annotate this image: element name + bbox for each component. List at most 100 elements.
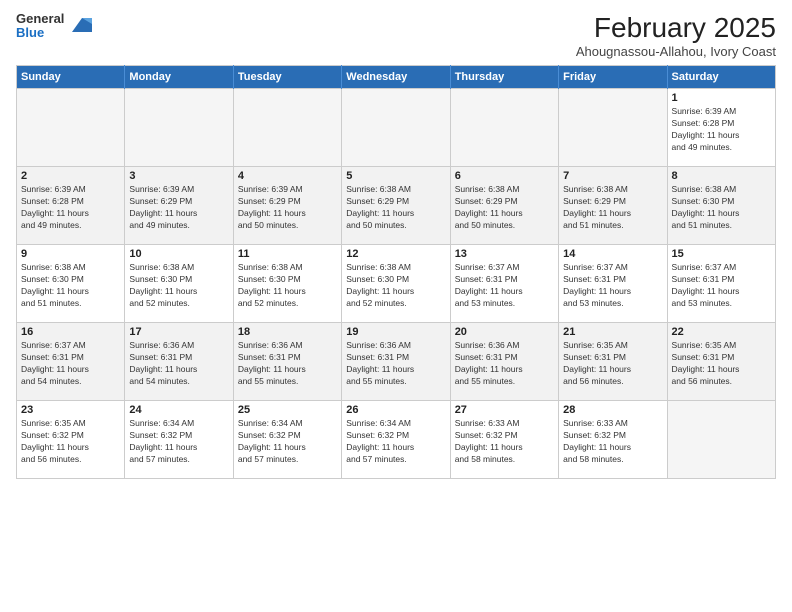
day-number: 26 [346,404,445,416]
logo-text: General Blue [16,12,64,41]
day-cell [233,89,341,167]
day-cell: 7 Sunrise: 6:38 AM Sunset: 6:29 PM Daylig… [559,167,667,245]
day-number: 8 [672,170,771,182]
day-info: Sunrise: 6:38 AM Sunset: 6:30 PM Dayligh… [21,262,120,310]
day-number: 6 [455,170,554,182]
day-cell: 20Sunrise: 6:36 AM Sunset: 6:31 PM Dayli… [450,323,558,401]
day-info: Sunrise: 6:38 AM Sunset: 6:30 PM Dayligh… [346,262,445,310]
day-number: 19 [346,326,445,338]
day-number: 27 [455,404,554,416]
day-cell: 23Sunrise: 6:35 AM Sunset: 6:32 PM Dayli… [17,401,125,479]
day-info: Sunrise: 6:37 AM Sunset: 6:31 PM Dayligh… [563,262,662,310]
title-area: February 2025 Ahougnassou-Allahou, Ivory… [576,12,776,59]
day-cell: 13 Sunrise: 6:37 AM Sunset: 6:31 PM Dayli… [450,245,558,323]
weekday-monday: Monday [125,66,233,89]
weekday-wednesday: Wednesday [342,66,450,89]
day-info: Sunrise: 6:36 AM Sunset: 6:31 PM Dayligh… [346,340,445,388]
day-number: 2 [21,170,120,182]
week-row-0: 1 Sunrise: 6:39 AM Sunset: 6:28 PM Daylig… [17,89,776,167]
day-cell: 16 Sunrise: 6:37 AM Sunset: 6:31 PM Dayli… [17,323,125,401]
day-cell: 18 Sunrise: 6:36 AM Sunset: 6:31 PM Dayli… [233,323,341,401]
day-cell: 17Sunrise: 6:36 AM Sunset: 6:31 PM Dayli… [125,323,233,401]
day-cell: 27 Sunrise: 6:33 AM Sunset: 6:32 PM Dayli… [450,401,558,479]
day-number: 13 [455,248,554,260]
day-number: 21 [563,326,662,338]
week-row-2: 9 Sunrise: 6:38 AM Sunset: 6:30 PM Daylig… [17,245,776,323]
day-cell: 21 Sunrise: 6:35 AM Sunset: 6:31 PM Dayli… [559,323,667,401]
day-number: 18 [238,326,337,338]
day-cell [450,89,558,167]
day-info: Sunrise: 6:35 AM Sunset: 6:31 PM Dayligh… [672,340,771,388]
week-row-4: 23Sunrise: 6:35 AM Sunset: 6:32 PM Dayli… [17,401,776,479]
logo: General Blue [16,12,92,41]
day-info: Sunrise: 6:37 AM Sunset: 6:31 PM Dayligh… [21,340,120,388]
day-info: Sunrise: 6:39 AM Sunset: 6:28 PM Dayligh… [672,106,771,154]
calendar-table: SundayMondayTuesdayWednesdayThursdayFrid… [16,65,776,479]
day-number: 1 [672,92,771,104]
logo-icon [68,14,92,38]
day-cell: 11Sunrise: 6:38 AM Sunset: 6:30 PM Dayli… [233,245,341,323]
logo-blue: Blue [16,26,64,40]
day-cell: 6 Sunrise: 6:38 AM Sunset: 6:29 PM Daylig… [450,167,558,245]
day-cell: 8 Sunrise: 6:38 AM Sunset: 6:30 PM Daylig… [667,167,775,245]
day-info: Sunrise: 6:34 AM Sunset: 6:32 PM Dayligh… [346,418,445,466]
day-number: 16 [21,326,120,338]
day-cell: 4 Sunrise: 6:39 AM Sunset: 6:29 PM Daylig… [233,167,341,245]
day-cell: 3 Sunrise: 6:39 AM Sunset: 6:29 PM Daylig… [125,167,233,245]
day-cell: 19 Sunrise: 6:36 AM Sunset: 6:31 PM Dayli… [342,323,450,401]
day-info: Sunrise: 6:38 AM Sunset: 6:30 PM Dayligh… [129,262,228,310]
week-row-1: 2 Sunrise: 6:39 AM Sunset: 6:28 PM Daylig… [17,167,776,245]
day-info: Sunrise: 6:34 AM Sunset: 6:32 PM Dayligh… [129,418,228,466]
day-number: 28 [563,404,662,416]
day-cell [559,89,667,167]
day-info: Sunrise: 6:39 AM Sunset: 6:29 PM Dayligh… [129,184,228,232]
day-number: 12 [346,248,445,260]
day-cell: 12 Sunrise: 6:38 AM Sunset: 6:30 PM Dayli… [342,245,450,323]
day-info: Sunrise: 6:38 AM Sunset: 6:30 PM Dayligh… [672,184,771,232]
day-cell [17,89,125,167]
day-info: Sunrise: 6:39 AM Sunset: 6:29 PM Dayligh… [238,184,337,232]
day-cell: 9 Sunrise: 6:38 AM Sunset: 6:30 PM Daylig… [17,245,125,323]
location: Ahougnassou-Allahou, Ivory Coast [576,44,776,59]
day-info: Sunrise: 6:38 AM Sunset: 6:30 PM Dayligh… [238,262,337,310]
week-row-3: 16 Sunrise: 6:37 AM Sunset: 6:31 PM Dayli… [17,323,776,401]
day-cell: 26 Sunrise: 6:34 AM Sunset: 6:32 PM Dayli… [342,401,450,479]
day-cell: 25Sunrise: 6:34 AM Sunset: 6:32 PM Dayli… [233,401,341,479]
logo-general: General [16,12,64,26]
day-number: 20 [455,326,554,338]
day-info: Sunrise: 6:37 AM Sunset: 6:31 PM Dayligh… [455,262,554,310]
day-number: 15 [672,248,771,260]
day-cell: 2 Sunrise: 6:39 AM Sunset: 6:28 PM Daylig… [17,167,125,245]
day-number: 10 [129,248,228,260]
day-cell: 24 Sunrise: 6:34 AM Sunset: 6:32 PM Dayli… [125,401,233,479]
day-info: Sunrise: 6:38 AM Sunset: 6:29 PM Dayligh… [563,184,662,232]
weekday-friday: Friday [559,66,667,89]
day-info: Sunrise: 6:35 AM Sunset: 6:32 PM Dayligh… [21,418,120,466]
day-number: 9 [21,248,120,260]
day-info: Sunrise: 6:38 AM Sunset: 6:29 PM Dayligh… [455,184,554,232]
day-info: Sunrise: 6:38 AM Sunset: 6:29 PM Dayligh… [346,184,445,232]
day-info: Sunrise: 6:39 AM Sunset: 6:28 PM Dayligh… [21,184,120,232]
day-cell [125,89,233,167]
weekday-sunday: Sunday [17,66,125,89]
day-info: Sunrise: 6:36 AM Sunset: 6:31 PM Dayligh… [129,340,228,388]
day-cell: 14 Sunrise: 6:37 AM Sunset: 6:31 PM Dayli… [559,245,667,323]
day-info: Sunrise: 6:33 AM Sunset: 6:32 PM Dayligh… [455,418,554,466]
weekday-tuesday: Tuesday [233,66,341,89]
day-info: Sunrise: 6:37 AM Sunset: 6:31 PM Dayligh… [672,262,771,310]
day-number: 24 [129,404,228,416]
day-number: 3 [129,170,228,182]
day-cell [342,89,450,167]
day-number: 5 [346,170,445,182]
day-number: 4 [238,170,337,182]
day-number: 25 [238,404,337,416]
day-cell: 10 Sunrise: 6:38 AM Sunset: 6:30 PM Dayli… [125,245,233,323]
day-cell: 22 Sunrise: 6:35 AM Sunset: 6:31 PM Dayli… [667,323,775,401]
day-cell: 15 Sunrise: 6:37 AM Sunset: 6:31 PM Dayli… [667,245,775,323]
page: General Blue February 2025 Ahougnassou-A… [0,0,792,487]
day-info: Sunrise: 6:36 AM Sunset: 6:31 PM Dayligh… [238,340,337,388]
day-number: 7 [563,170,662,182]
day-info: Sunrise: 6:35 AM Sunset: 6:31 PM Dayligh… [563,340,662,388]
day-number: 14 [563,248,662,260]
day-number: 22 [672,326,771,338]
